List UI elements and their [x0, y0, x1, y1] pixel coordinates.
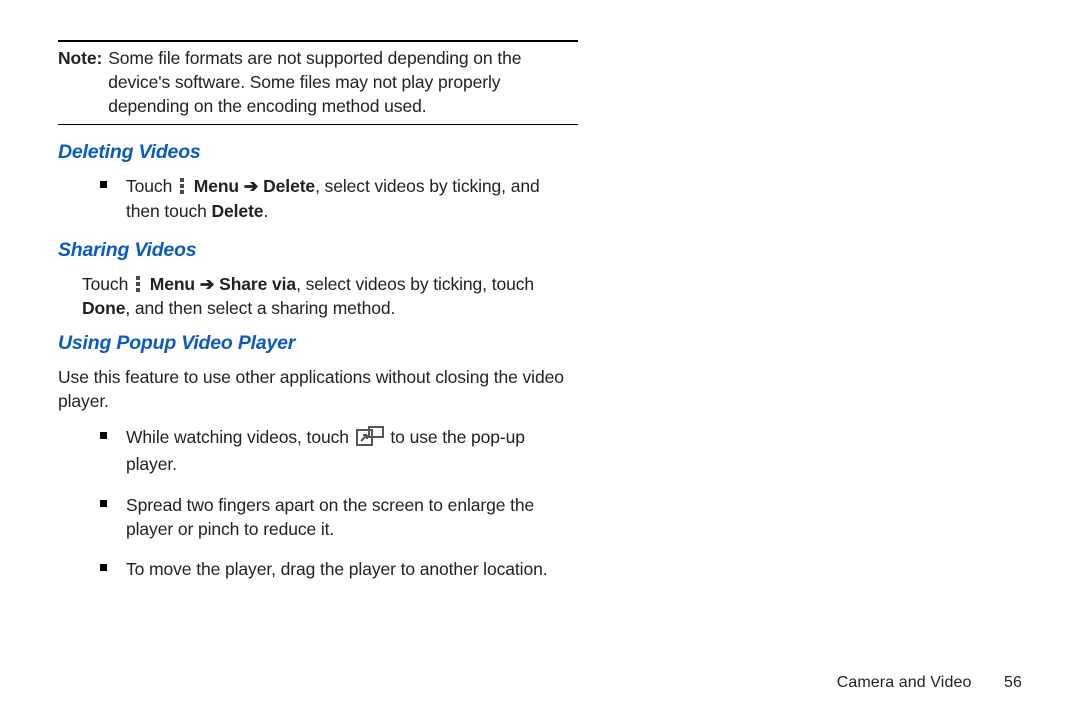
arrow-icon: ➔ — [244, 176, 259, 196]
text-bold: Share via — [219, 274, 296, 294]
list-item: While watching videos, touch to use the … — [82, 425, 578, 476]
text: Touch — [82, 274, 128, 294]
content-column: Note: Some file formats are not supporte… — [58, 40, 578, 581]
heading-deleting-videos: Deleting Videos — [58, 141, 578, 164]
list-item: To move the player, drag the player to a… — [82, 557, 578, 581]
footer-section: Camera and Video — [837, 674, 972, 691]
list-item: Touch Menu ➔ Delete, select videos by ti… — [82, 174, 578, 222]
text-bold: Delete — [212, 201, 264, 221]
menu-dots-icon — [178, 178, 186, 194]
text: Touch — [126, 176, 172, 196]
text-bold: Menu — [194, 176, 239, 196]
text-bold: Delete — [263, 176, 315, 196]
popup-intro: Use this feature to use other applicatio… — [58, 365, 578, 413]
deleting-list: Touch Menu ➔ Delete, select videos by ti… — [58, 174, 578, 222]
text-bold: Menu — [150, 274, 195, 294]
text: . — [263, 201, 268, 221]
note-block: Note: Some file formats are not supporte… — [58, 46, 578, 118]
popup-player-icon — [356, 426, 384, 452]
note-body: Some file formats are not supported depe… — [108, 46, 578, 118]
text: , select videos by ticking, touch — [296, 274, 534, 294]
menu-dots-icon — [134, 276, 142, 292]
sharing-paragraph: Touch Menu ➔ Share via, select videos by… — [82, 272, 578, 320]
arrow-icon: ➔ — [200, 274, 215, 294]
page-footer: Camera and Video 56 — [837, 674, 1022, 692]
rule-top — [58, 40, 578, 42]
footer-page-number: 56 — [1004, 674, 1022, 691]
rule-bottom — [58, 124, 578, 125]
text-bold: Done — [82, 298, 125, 318]
text: While watching videos, touch — [126, 427, 349, 447]
heading-sharing-videos: Sharing Videos — [58, 239, 578, 262]
popup-list: While watching videos, touch to use the … — [58, 425, 578, 581]
list-item: Spread two fingers apart on the screen t… — [82, 493, 578, 541]
text: , and then select a sharing method. — [125, 298, 395, 318]
heading-popup-player: Using Popup Video Player — [58, 332, 578, 355]
note-label: Note: — [58, 46, 102, 118]
text: , select videos by ticking, and then tou… — [126, 176, 540, 220]
